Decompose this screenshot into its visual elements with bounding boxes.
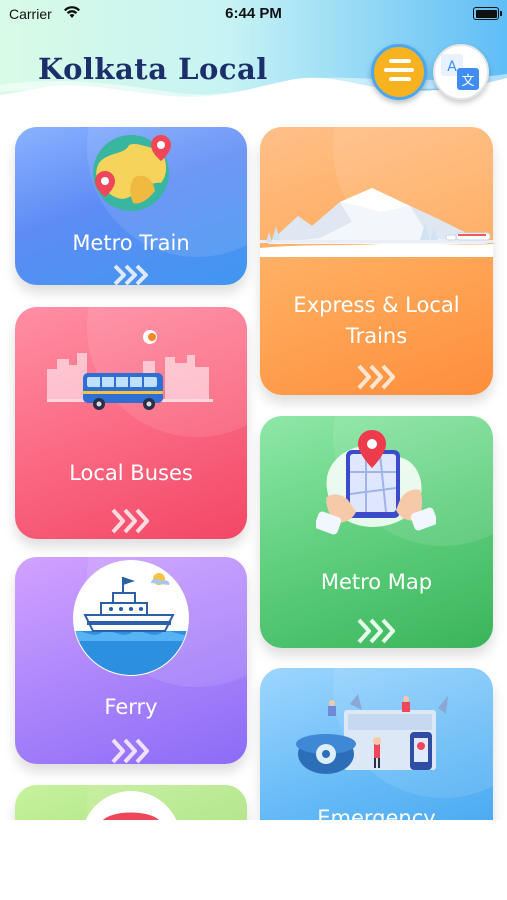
local-buses-label: Local Buses	[69, 461, 193, 485]
chevrons-icon	[111, 738, 149, 764]
battery-icon	[473, 7, 502, 20]
local-buses-card[interactable]: Local Buses	[15, 307, 247, 539]
translate-glyph-zh: 文	[461, 74, 474, 89]
hands-holding-map-illustration	[316, 430, 436, 535]
boat-illustration	[73, 560, 189, 676]
chevrons-icon	[357, 364, 395, 390]
mountain-train-illustration	[260, 188, 493, 257]
language-button[interactable]: A 文	[433, 44, 489, 100]
metro-train-card[interactable]: Metro Train	[15, 127, 247, 285]
metro-train-label: Metro Train	[72, 231, 190, 255]
ferry-card[interactable]: Ferry	[15, 557, 247, 764]
chevrons-icon	[111, 508, 149, 534]
status-bar: Carrier 6:44 PM	[0, 0, 507, 28]
clock: 6:44 PM	[225, 5, 282, 22]
app-title: Kolkata Local	[38, 52, 268, 86]
translate-glyph-a: A	[447, 59, 457, 75]
express-local-trains-label: Express & Local Trains	[293, 293, 460, 348]
hamburger-menu-icon	[389, 59, 411, 63]
emergency-phone-illustration	[296, 694, 448, 774]
translate-icon: A 文	[441, 54, 479, 90]
menu-button[interactable]	[371, 44, 427, 100]
city-bus-illustration	[47, 330, 213, 410]
map-pin-globe-icon	[93, 135, 171, 211]
express-local-trains-card[interactable]: Express & Local Trains	[260, 127, 493, 395]
metro-map-label: Metro Map	[320, 570, 433, 594]
chevrons-icon	[357, 618, 395, 644]
metro-map-card[interactable]: Metro Map	[260, 416, 493, 648]
chevrons-icon	[113, 264, 148, 285]
ferry-label: Ferry	[104, 695, 158, 719]
bottom-safe-area	[0, 820, 507, 900]
